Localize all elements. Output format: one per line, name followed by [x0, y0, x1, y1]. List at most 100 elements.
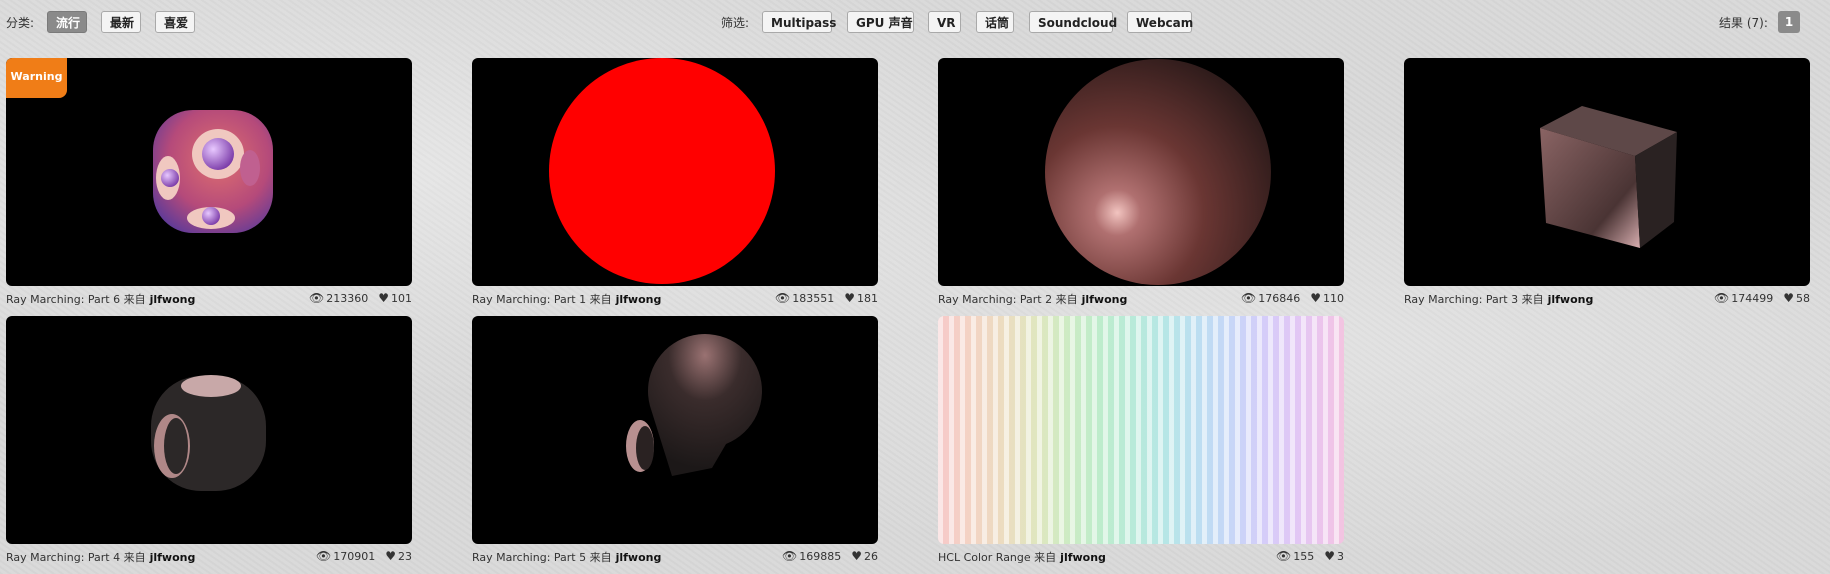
shader-title[interactable]: Ray Marching: Part 2 — [938, 293, 1052, 306]
heart-icon: ♥ — [851, 549, 862, 563]
shader-stats: 👁 183551 ♥ 181 — [775, 291, 878, 305]
like-count: 26 — [864, 550, 878, 563]
shader-stats: 👁 169885 ♥ 26 — [782, 549, 878, 563]
from-label: 来自 — [123, 293, 146, 306]
hollow-sphere-cube-render — [151, 375, 266, 491]
shader-meta: Ray Marching: Part 6 来自 jlfwong 👁 213360 ♥ 1… — [6, 288, 412, 308]
hcl-stripes-render — [938, 316, 1344, 544]
eye-icon: 👁 — [316, 549, 332, 563]
author-link[interactable]: jlfwong — [1060, 551, 1106, 564]
shader-card: Warning Ray Marching: Part 6 来自 jlfwong 👁… — [6, 58, 412, 308]
shader-title[interactable]: Ray Marching: Part 1 — [472, 293, 586, 306]
results-count-label: 结果 (7): — [1719, 16, 1768, 30]
filter-microphone-button[interactable]: 话筒 — [976, 11, 1014, 33]
shader-thumbnail[interactable] — [938, 58, 1344, 286]
eye-icon: 👁 — [1241, 291, 1257, 305]
filter-gpu-sound-button[interactable]: GPU 声音 — [847, 11, 914, 33]
eye-icon: 👁 — [782, 549, 798, 563]
like-count: 181 — [857, 292, 878, 305]
author-link[interactable]: jlfwong — [150, 293, 196, 306]
author-link[interactable]: jlfwong — [1548, 293, 1594, 306]
shader-title-line[interactable]: Ray Marching: Part 3 来自 jlfwong — [1404, 291, 1593, 307]
author-link[interactable]: jlfwong — [616, 551, 662, 564]
shader-stats: 👁 170901 ♥ 23 — [316, 549, 412, 563]
dice-sphere-render — [153, 110, 273, 233]
from-label: 来自 — [589, 293, 612, 306]
from-label: 来自 — [589, 551, 612, 564]
shader-thumbnail[interactable] — [472, 316, 878, 544]
like-count: 101 — [391, 292, 412, 305]
shader-meta: Ray Marching: Part 2 来自 jlfwong 👁 176846 ♥ 1… — [938, 288, 1344, 308]
from-label: 来自 — [1521, 293, 1544, 306]
filter-multipass-button[interactable]: Multipass — [762, 11, 836, 33]
shader-card: Ray Marching: Part 1 来自 jlfwong 👁 183551 ♥ 1… — [472, 58, 878, 308]
shader-title-line[interactable]: HCL Color Range 来自 jlfwong — [938, 549, 1106, 565]
shader-thumbnail[interactable] — [472, 58, 878, 286]
page-number-button[interactable]: 1 — [1778, 11, 1800, 33]
view-count: 183551 — [792, 292, 835, 305]
category-label: 分类: — [6, 16, 35, 30]
view-count: 213360 — [326, 292, 369, 305]
shader-thumbnail[interactable]: Warning — [6, 58, 412, 286]
shader-title-line[interactable]: Ray Marching: Part 2 来自 jlfwong — [938, 291, 1127, 307]
shader-meta: Ray Marching: Part 3 来自 jlfwong 👁 174499 ♥ 5… — [1404, 288, 1810, 308]
view-count: 176846 — [1258, 292, 1301, 305]
filter-vr-button[interactable]: VR — [928, 11, 961, 33]
filter-webcam-button[interactable]: Webcam — [1127, 11, 1193, 33]
author-link[interactable]: jlfwong — [1082, 293, 1128, 306]
shader-meta: Ray Marching: Part 4 来自 jlfwong 👁 170901 ♥ 2… — [6, 546, 412, 566]
shader-card: Ray Marching: Part 4 来自 jlfwong 👁 170901 ♥ 2… — [6, 316, 412, 566]
shader-title[interactable]: Ray Marching: Part 6 — [6, 293, 120, 306]
like-count: 110 — [1323, 292, 1344, 305]
filter-label: 筛选: — [721, 16, 750, 30]
shader-card: HCL Color Range 来自 jlfwong 👁 155 ♥ 3 — [938, 316, 1344, 566]
heart-icon: ♥ — [1310, 291, 1321, 305]
eye-icon: 👁 — [309, 291, 325, 305]
heart-icon: ♥ — [1324, 549, 1335, 563]
shader-stats: 👁 174499 ♥ 58 — [1714, 291, 1810, 305]
category-newest-button[interactable]: 最新 — [101, 11, 141, 33]
cut-sphere-render — [626, 334, 762, 476]
shader-title-line[interactable]: Ray Marching: Part 4 来自 jlfwong — [6, 549, 195, 565]
shader-meta: Ray Marching: Part 1 来自 jlfwong 👁 183551 ♥ 1… — [472, 288, 878, 308]
shaded-sphere-render — [1045, 59, 1271, 285]
category-popular-button[interactable]: 流行 — [47, 11, 87, 33]
view-count: 174499 — [1731, 292, 1774, 305]
heart-icon: ♥ — [385, 549, 396, 563]
shader-card: Ray Marching: Part 2 来自 jlfwong 👁 176846 ♥ 1… — [938, 58, 1344, 308]
shader-title-line[interactable]: Ray Marching: Part 5 来自 jlfwong — [472, 549, 661, 565]
author-link[interactable]: jlfwong — [616, 293, 662, 306]
red-sphere-render — [549, 58, 775, 284]
shader-thumbnail[interactable] — [1404, 58, 1810, 286]
shader-title-line[interactable]: Ray Marching: Part 6 来自 jlfwong — [6, 291, 195, 307]
shader-thumbnail[interactable] — [6, 316, 412, 544]
view-count: 170901 — [333, 550, 376, 563]
shader-stats: 👁 155 ♥ 3 — [1276, 549, 1344, 563]
cube-render — [1540, 106, 1677, 248]
shader-title[interactable]: HCL Color Range — [938, 551, 1031, 564]
eye-icon: 👁 — [1276, 549, 1292, 563]
view-count: 169885 — [799, 550, 842, 563]
shader-stats: 👁 213360 ♥ 101 — [309, 291, 412, 305]
shader-card: Ray Marching: Part 3 来自 jlfwong 👁 174499 ♥ 5… — [1404, 58, 1810, 308]
from-label: 来自 — [1055, 293, 1078, 306]
shader-meta: Ray Marching: Part 5 来自 jlfwong 👁 169885 ♥ 2… — [472, 546, 878, 566]
shader-thumbnail[interactable] — [938, 316, 1344, 544]
shader-title-line[interactable]: Ray Marching: Part 1 来自 jlfwong — [472, 291, 661, 307]
shader-title[interactable]: Ray Marching: Part 4 — [6, 551, 120, 564]
shader-stats: 👁 176846 ♥ 110 — [1241, 291, 1344, 305]
shader-card: Ray Marching: Part 5 来自 jlfwong 👁 169885 ♥ 2… — [472, 316, 878, 566]
heart-icon: ♥ — [1783, 291, 1794, 305]
shader-title[interactable]: Ray Marching: Part 5 — [472, 551, 586, 564]
shader-title[interactable]: Ray Marching: Part 3 — [1404, 293, 1518, 306]
heart-icon: ♥ — [378, 291, 389, 305]
category-favorites-button[interactable]: 喜爱 — [155, 11, 195, 33]
like-count: 23 — [398, 550, 412, 563]
eye-icon: 👁 — [775, 291, 791, 305]
like-count: 58 — [1796, 292, 1810, 305]
warning-badge: Warning — [6, 58, 67, 98]
author-link[interactable]: jlfwong — [150, 551, 196, 564]
like-count: 3 — [1337, 550, 1344, 563]
filter-soundcloud-button[interactable]: Soundcloud — [1029, 11, 1117, 33]
from-label: 来自 — [1034, 551, 1057, 564]
